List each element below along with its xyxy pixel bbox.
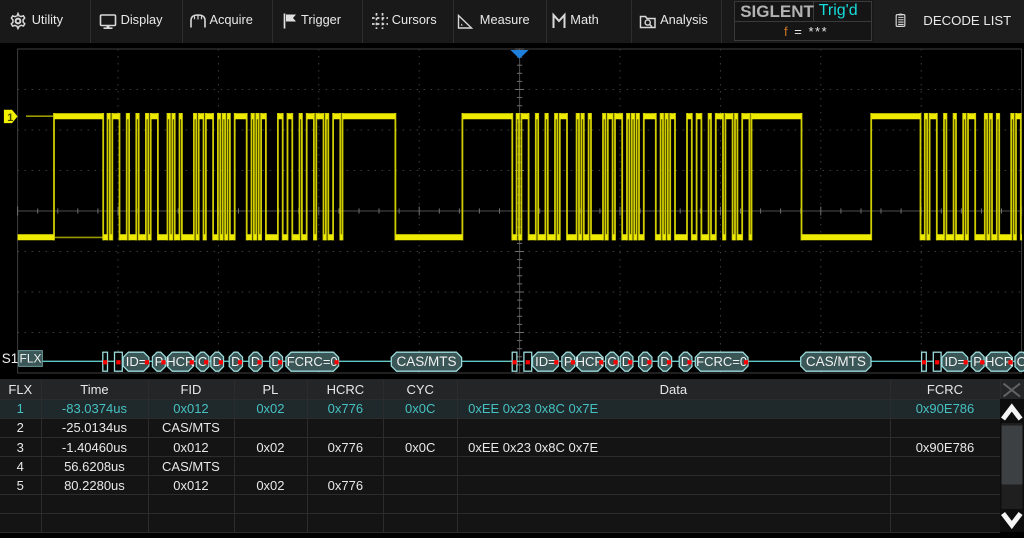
svg-text:FCRC=0: FCRC=0 bbox=[696, 354, 747, 369]
svg-text:ID=: ID= bbox=[126, 354, 147, 369]
svg-text:1: 1 bbox=[7, 112, 13, 124]
svg-text:FCRC=0: FCRC=0 bbox=[287, 354, 338, 369]
svg-text:FLX: FLX bbox=[19, 352, 41, 366]
svg-text:C: C bbox=[1017, 354, 1024, 369]
svg-text:ID=: ID= bbox=[535, 354, 556, 369]
svg-text:CAS/MTS: CAS/MTS bbox=[396, 354, 456, 369]
svg-text:ID=: ID= bbox=[945, 354, 966, 369]
svg-text:CAS/MTS: CAS/MTS bbox=[806, 354, 866, 369]
svg-text:S1: S1 bbox=[2, 351, 19, 366]
